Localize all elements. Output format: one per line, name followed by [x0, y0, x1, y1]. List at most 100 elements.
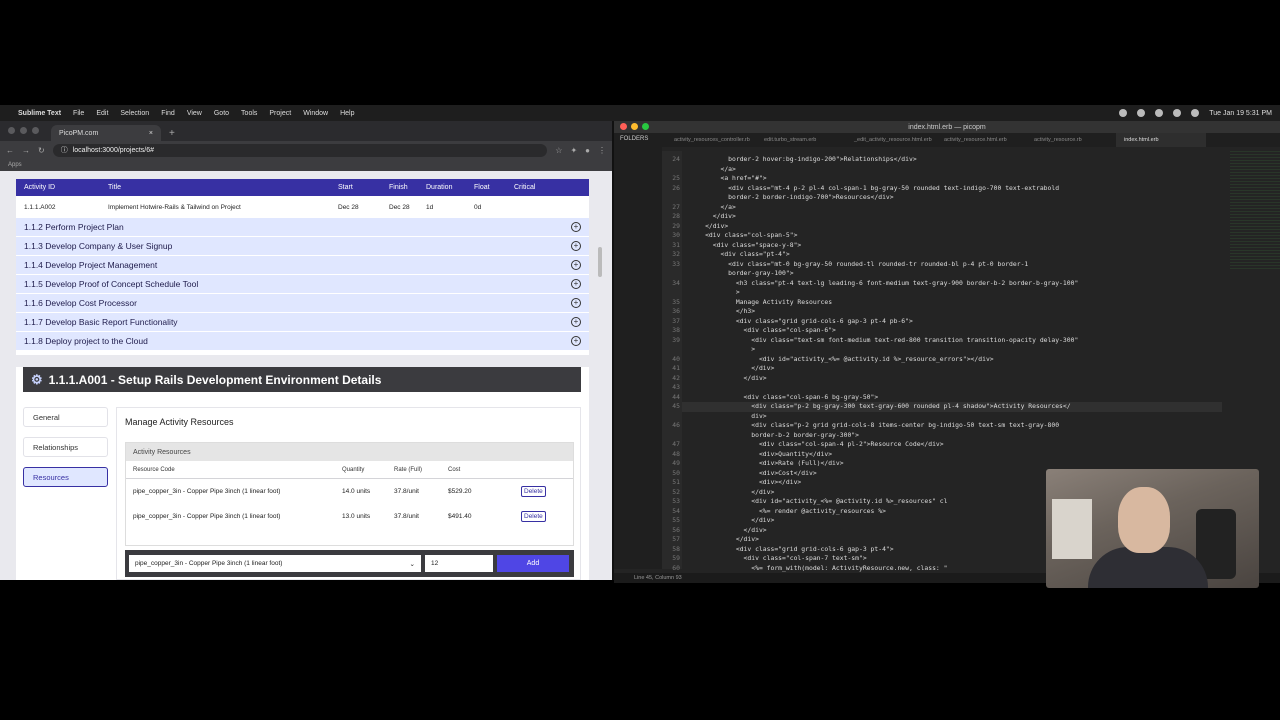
menu-goto[interactable]: Goto — [214, 110, 229, 117]
record-icon[interactable] — [1119, 109, 1128, 117]
extension-icon[interactable]: ✦ — [570, 146, 577, 155]
browser-tab[interactable]: PicoPM.com × — [51, 125, 161, 141]
wbs-item[interactable]: 1.1.2 Perform Project Plan + — [16, 218, 589, 237]
resource-qty: 13.0 units — [342, 513, 371, 520]
activity-table-header: Activity ID Title Start Finish Duration … — [16, 179, 589, 196]
col-finish: Finish — [389, 184, 408, 191]
code-line: <a href="#"> — [682, 174, 767, 182]
forward-icon[interactable]: → — [22, 146, 30, 155]
status-icon[interactable] — [1137, 109, 1146, 117]
page-content: Activity ID Title Start Finish Duration … — [0, 171, 612, 580]
line-number: 60 — [672, 563, 680, 572]
close-dot[interactable] — [620, 123, 627, 130]
code-line: </a> — [682, 164, 736, 173]
profile-icon[interactable]: ● — [585, 146, 590, 155]
activity-row[interactable]: 1.1.1.A002 Implement Hotwire-Rails & Tai… — [16, 196, 589, 218]
editor-tab[interactable]: activity_resources_controller.rb — [666, 137, 756, 143]
new-tab-icon[interactable]: + — [169, 128, 175, 139]
quantity-input[interactable]: 12 — [425, 555, 493, 572]
expand-plus-icon[interactable]: + — [571, 241, 581, 251]
wbs-item[interactable]: 1.1.3 Develop Company & User Signup + — [16, 237, 589, 256]
wbs-item-label: 1.1.2 Perform Project Plan — [24, 222, 124, 232]
expand-plus-icon[interactable]: + — [571, 336, 581, 346]
address-bar[interactable]: ⓘ localhost:3000/projects/6# — [52, 143, 548, 157]
close-dot[interactable] — [8, 127, 15, 134]
bookmark-star-icon[interactable]: ☆ — [555, 146, 562, 155]
line-number: 49 — [672, 459, 680, 467]
code-line: <div class="pt-4"> — [682, 250, 790, 258]
wbs-item[interactable]: 1.1.8 Deploy project to the Cloud + — [16, 332, 589, 351]
minimize-dot[interactable] — [20, 127, 27, 134]
resource-code: pipe_copper_3in - Copper Pipe 3inch (1 l… — [133, 513, 281, 520]
editor-tab[interactable]: activity_resource.rb — [1026, 137, 1116, 143]
menu-help[interactable]: Help — [340, 110, 354, 117]
zoom-dot[interactable] — [32, 127, 39, 134]
menu-find[interactable]: Find — [161, 110, 175, 117]
editor-tab-active[interactable]: index.html.erb — [1116, 133, 1206, 147]
line-number: 28 — [672, 212, 680, 220]
gear-icon: ⚙ — [31, 371, 43, 387]
code-line: <div>Rate (Full)</div> — [682, 459, 844, 467]
zoom-dot[interactable] — [642, 123, 649, 130]
scrollbar-thumb[interactable] — [598, 247, 602, 277]
minimap[interactable] — [1230, 151, 1280, 271]
menu-app-name[interactable]: Sublime Text — [18, 110, 61, 117]
add-button[interactable]: Add — [497, 555, 569, 572]
menu-window[interactable]: Window — [303, 110, 328, 117]
expand-plus-icon[interactable]: + — [571, 279, 581, 289]
menu-project[interactable]: Project — [269, 110, 291, 117]
apps-bookmark[interactable]: Apps — [8, 162, 22, 168]
expand-plus-icon[interactable]: + — [571, 222, 581, 232]
delete-button[interactable]: Delete — [521, 486, 546, 497]
col-start: Start — [338, 184, 353, 191]
wbs-item-label: 1.1.5 Develop Proof of Concept Schedule … — [24, 279, 199, 289]
line-number: 50 — [672, 468, 680, 477]
expand-plus-icon[interactable]: + — [571, 317, 581, 327]
clock[interactable]: Tue Jan 19 5:31 PM — [1209, 110, 1272, 117]
bookmarks-bar: Apps — [0, 159, 612, 171]
editor-tab[interactable]: edit.turbo_stream.erb — [756, 137, 846, 143]
wbs-item[interactable]: 1.1.7 Develop Basic Report Functionality… — [16, 313, 589, 332]
code-line: border-gray-100"> — [682, 269, 794, 277]
editor-tab[interactable]: _edit_activity_resource.html.erb — [846, 137, 936, 143]
screen: Sublime Text File Edit Selection Find Vi… — [0, 0, 1280, 720]
wbs-item[interactable]: 1.1.5 Develop Proof of Concept Schedule … — [16, 275, 589, 294]
col-duration: Duration — [426, 184, 453, 191]
menu-file[interactable]: File — [73, 110, 84, 117]
delete-button[interactable]: Delete — [521, 511, 546, 522]
search-icon[interactable] — [1191, 109, 1200, 117]
col-critical: Critical — [514, 184, 536, 191]
editor-tab[interactable]: activity_resource.html.erb — [936, 137, 1026, 143]
menu-selection[interactable]: Selection — [120, 110, 149, 117]
code-line: </a> — [682, 202, 736, 211]
resource-select[interactable]: pipe_copper_3in - Copper Pipe 3inch (1 l… — [129, 555, 421, 572]
wifi-icon[interactable] — [1173, 109, 1182, 117]
activity-resources-box: Activity Resources Resource Code Quantit… — [125, 442, 574, 546]
menu-view[interactable]: View — [187, 110, 202, 117]
menu-tools[interactable]: Tools — [241, 110, 257, 117]
nav-resources[interactable]: Resources — [23, 467, 108, 487]
activity-id: 1.1.1.A002 — [24, 203, 56, 211]
line-number: 31 — [672, 240, 680, 249]
line-number: 30 — [672, 231, 680, 239]
panel-title: Manage Activity Resources — [125, 417, 234, 427]
wbs-item[interactable]: 1.1.4 Develop Project Management + — [16, 256, 589, 275]
menu-kebab-icon[interactable]: ⋮ — [598, 146, 606, 155]
line-number: 32 — [672, 250, 680, 258]
nav-general[interactable]: General — [23, 407, 108, 427]
reload-icon[interactable]: ↻ — [38, 146, 45, 155]
activity-title: Implement Hotwire-Rails & Tailwind on Pr… — [108, 203, 241, 211]
battery-icon[interactable] — [1155, 109, 1164, 117]
close-tab-icon[interactable]: × — [149, 130, 153, 137]
expand-plus-icon[interactable]: + — [571, 298, 581, 308]
expand-plus-icon[interactable]: + — [571, 260, 581, 270]
code-line: Manage Activity Resources — [682, 297, 833, 306]
nav-relationships[interactable]: Relationships — [23, 437, 108, 457]
back-icon[interactable]: ← — [6, 146, 14, 155]
code-line: <div class="col-span-5"> — [682, 231, 798, 239]
minimize-dot[interactable] — [631, 123, 638, 130]
menu-edit[interactable]: Edit — [96, 110, 108, 117]
wbs-item[interactable]: 1.1.6 Develop Cost Processor + — [16, 294, 589, 313]
page-scrollbar[interactable] — [598, 207, 604, 357]
